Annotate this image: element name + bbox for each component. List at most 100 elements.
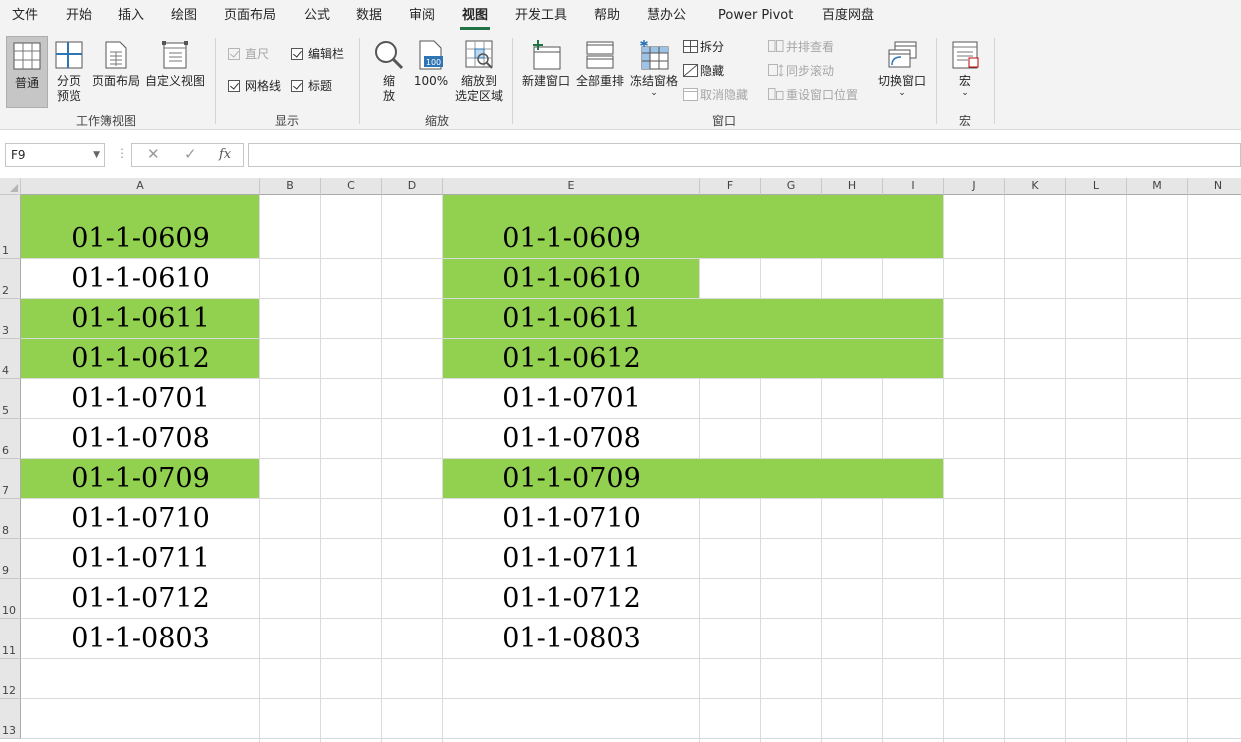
tab-developer[interactable]: 开发工具 xyxy=(515,0,567,32)
headings-checkbox[interactable]: 标题 xyxy=(291,76,332,96)
cell-a9[interactable]: 01-1-0711 xyxy=(21,541,260,577)
split-button[interactable]: 拆分 xyxy=(683,37,724,57)
switch-windows-button[interactable]: 切换窗口 ⌄ xyxy=(874,36,930,108)
row-header-1[interactable]: 1 xyxy=(0,195,21,259)
row-header-8[interactable]: 8 xyxy=(0,499,21,539)
tab-baidu-netdisk[interactable]: 百度网盘 xyxy=(822,0,874,32)
column-header-h[interactable]: H xyxy=(822,178,883,195)
tab-insert[interactable]: 插入 xyxy=(118,0,144,32)
reset-window-position-button[interactable]: 重设窗口位置 xyxy=(768,85,858,105)
column-header-i[interactable]: I xyxy=(883,178,944,195)
macros-button[interactable]: 宏 ⌄ xyxy=(946,36,984,108)
column-header-l[interactable]: L xyxy=(1066,178,1127,195)
row-header-12[interactable]: 12 xyxy=(0,659,21,699)
row-header-6[interactable]: 6 xyxy=(0,419,21,459)
cell-e11[interactable]: 01-1-0803 xyxy=(443,621,700,657)
ruler-checkbox[interactable]: 直尺 xyxy=(228,44,269,64)
normal-view-button[interactable]: 普通 xyxy=(6,36,48,108)
select-all-button[interactable] xyxy=(0,178,21,195)
cell-e10[interactable]: 01-1-0712 xyxy=(443,581,700,617)
tab-formulas[interactable]: 公式 xyxy=(304,0,330,32)
cell-e9[interactable]: 01-1-0711 xyxy=(443,541,700,577)
row-header-10[interactable]: 10 xyxy=(0,579,21,619)
row-header-9[interactable]: 9 xyxy=(0,539,21,579)
formula-input[interactable] xyxy=(248,143,1241,167)
tab-page-layout[interactable]: 页面布局 xyxy=(224,0,276,32)
cell-e8[interactable]: 01-1-0710 xyxy=(443,501,700,537)
row-header-7[interactable]: 7 xyxy=(0,459,21,499)
column-header-f[interactable]: F xyxy=(700,178,761,195)
view-side-by-side-button[interactable]: 并排查看 xyxy=(768,37,834,57)
new-window-button[interactable]: 新建窗口 xyxy=(520,36,572,108)
formula-bar-checkbox[interactable]: 编辑栏 xyxy=(291,44,344,64)
ribbon-separator xyxy=(936,38,937,124)
freeze-panes-button[interactable]: 冻结窗格 ⌄ xyxy=(628,36,680,108)
cell-e7[interactable]: 01-1-0709 xyxy=(443,461,700,497)
cell-e4[interactable]: 01-1-0612 xyxy=(443,341,700,377)
tab-draw[interactable]: 绘图 xyxy=(171,0,197,32)
tab-huibangong[interactable]: 慧办公 xyxy=(647,0,686,32)
chevron-down-icon[interactable]: ▼ xyxy=(93,144,100,166)
cell-a4[interactable]: 01-1-0612 xyxy=(21,341,260,377)
tab-data[interactable]: 数据 xyxy=(356,0,382,32)
cell-a3[interactable]: 01-1-0611 xyxy=(21,301,260,337)
cell-a2[interactable]: 01-1-0610 xyxy=(21,261,260,297)
row-header-2[interactable]: 2 xyxy=(0,259,21,299)
row-header-5[interactable]: 5 xyxy=(0,379,21,419)
cell-a8[interactable]: 01-1-0710 xyxy=(21,501,260,537)
column-header-e[interactable]: E xyxy=(443,178,700,195)
row-header-13[interactable]: 13 xyxy=(0,699,21,739)
cell-a11[interactable]: 01-1-0803 xyxy=(21,621,260,657)
custom-views-label: 自定义视图 xyxy=(144,74,205,88)
tab-help[interactable]: 帮助 xyxy=(594,0,620,32)
cell-a10[interactable]: 01-1-0712 xyxy=(21,581,260,617)
unhide-button[interactable]: 取消隐藏 xyxy=(683,85,748,105)
arrange-all-button[interactable]: 全部重排 xyxy=(574,36,626,108)
cell-e5[interactable]: 01-1-0701 xyxy=(443,381,700,417)
checkbox-icon xyxy=(228,80,240,92)
column-header-n[interactable]: N xyxy=(1188,178,1241,195)
page-layout-view-button[interactable]: 页面布局 xyxy=(90,36,142,108)
zoom-button[interactable]: 缩 放 xyxy=(370,36,408,108)
column-header-a[interactable]: A xyxy=(21,178,260,195)
enter-icon[interactable]: ✓ xyxy=(184,145,197,163)
cancel-icon[interactable]: ✕ xyxy=(147,145,160,163)
cell-a6[interactable]: 01-1-0708 xyxy=(21,421,260,457)
cell-e6[interactable]: 01-1-0708 xyxy=(443,421,700,457)
column-header-g[interactable]: G xyxy=(761,178,822,195)
tab-view[interactable]: 视图 xyxy=(459,0,491,32)
tab-file[interactable]: 文件 xyxy=(12,0,38,32)
zoom-to-selection-button[interactable]: 缩放到 选定区域 xyxy=(452,36,506,108)
cell-e2[interactable]: 01-1-0610 xyxy=(443,261,700,297)
column-header-d[interactable]: D xyxy=(382,178,443,195)
row-number: 12 xyxy=(2,684,16,697)
row-header-4[interactable]: 4 xyxy=(0,339,21,379)
column-header-m[interactable]: M xyxy=(1127,178,1188,195)
tab-home[interactable]: 开始 xyxy=(66,0,92,32)
cell-a7[interactable]: 01-1-0709 xyxy=(21,461,260,497)
cell-e1[interactable]: 01-1-0609 xyxy=(443,221,700,257)
column-header-k[interactable]: K xyxy=(1005,178,1066,195)
tab-review[interactable]: 审阅 xyxy=(409,0,435,32)
cell-a5[interactable]: 01-1-0701 xyxy=(21,381,260,417)
row-number: 13 xyxy=(2,724,16,737)
column-header-b[interactable]: B xyxy=(260,178,321,195)
row-header-11[interactable]: 11 xyxy=(0,619,21,659)
new-window-label: 新建窗口 xyxy=(521,74,570,88)
cell-a1[interactable]: 01-1-0609 xyxy=(21,221,260,257)
sync-scrolling-button[interactable]: 同步滚动 xyxy=(768,61,834,81)
insert-function-icon[interactable]: fx xyxy=(219,147,231,162)
gridline xyxy=(320,195,321,742)
gridlines-checkbox[interactable]: 网格线 xyxy=(228,76,281,96)
row-header-3[interactable]: 3 xyxy=(0,299,21,339)
column-header-j[interactable]: J xyxy=(944,178,1005,195)
hide-button[interactable]: 隐藏 xyxy=(683,61,724,81)
more-icon[interactable]: ⋮ xyxy=(116,146,128,160)
column-header-c[interactable]: C xyxy=(321,178,382,195)
page-break-preview-button[interactable]: 分页 预览 xyxy=(50,36,88,108)
tab-power-pivot[interactable]: Power Pivot xyxy=(718,0,793,32)
name-box[interactable]: F9 ▼ xyxy=(5,143,105,167)
custom-views-button[interactable]: 自定义视图 xyxy=(144,36,206,108)
cell-e3[interactable]: 01-1-0611 xyxy=(443,301,700,337)
zoom-100-button[interactable]: 100 100% xyxy=(412,36,450,108)
